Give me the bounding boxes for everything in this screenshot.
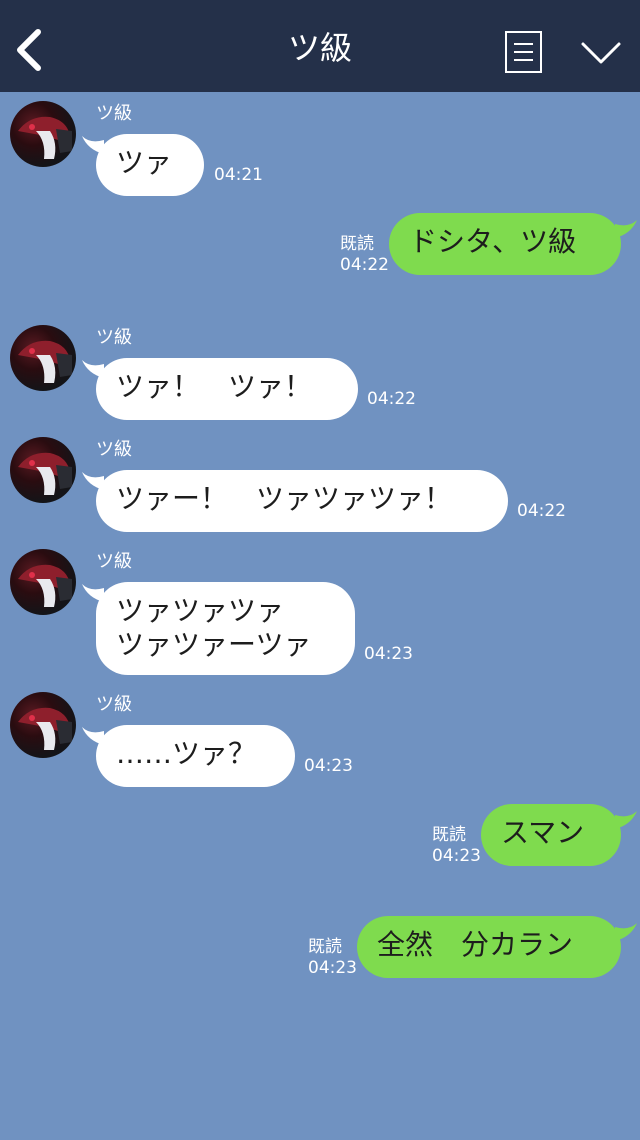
sender-name: ツ級 [96,103,132,124]
avatar-image-icon [18,116,72,159]
sender-name: ツ級 [96,327,132,348]
message-time: 04:23 [364,644,413,664]
message-text-line: ツァツァツァ [116,594,285,627]
message-bubble[interactable]: ドシタ、ツ級 [389,213,621,275]
bubble-tail [615,811,637,829]
message-time: 04:21 [214,165,263,185]
message-time: 04:23 [308,958,357,978]
read-receipt: 既読 [340,234,374,254]
message-bubble[interactable]: ……ツァ？ [96,725,295,787]
message-time: 04:22 [340,255,389,275]
avatar-image-icon [18,564,72,607]
avatar[interactable] [10,101,76,167]
message-bubble[interactable]: 全然 分カラン [357,916,621,978]
avatar[interactable] [10,692,76,758]
sender-name: ツ級 [96,439,132,460]
message-time: 04:23 [432,846,481,866]
message-time: 04:23 [304,756,353,776]
message-bubble[interactable]: スマン [481,804,621,866]
read-receipt: 既読 [432,825,466,845]
avatar[interactable] [10,549,76,615]
menu-line-icon [514,43,533,45]
message-bubble[interactable]: ツァツァツァ ツァツァーツァ [96,582,355,675]
message-text-line: ツァツァーツァ [116,628,312,661]
message-bubble[interactable]: ツァー！ ツァツァツァ！ [96,470,508,532]
sender-name: ツ級 [96,551,132,572]
menu-line-icon [514,51,533,53]
expand-button[interactable] [580,38,622,68]
avatar[interactable] [10,325,76,391]
menu-button[interactable] [505,31,542,73]
read-receipt: 既読 [308,937,342,957]
bubble-tail [615,923,637,941]
avatar[interactable] [10,437,76,503]
avatar-image-icon [18,452,72,495]
chevron-down-icon [581,42,621,64]
chat-title: ツ級 [287,29,352,67]
avatar-image-icon [18,340,72,383]
message-time: 04:22 [517,501,566,521]
menu-line-icon [514,59,533,61]
sender-name: ツ級 [96,694,132,715]
chat-header: ツ級 [0,0,640,92]
avatar-image-icon [18,707,72,750]
message-time: 04:22 [367,389,416,409]
message-bubble[interactable]: ツァ [96,134,204,196]
bubble-tail [615,220,637,238]
message-bubble[interactable]: ツァ！ ツァ！ [96,358,358,420]
